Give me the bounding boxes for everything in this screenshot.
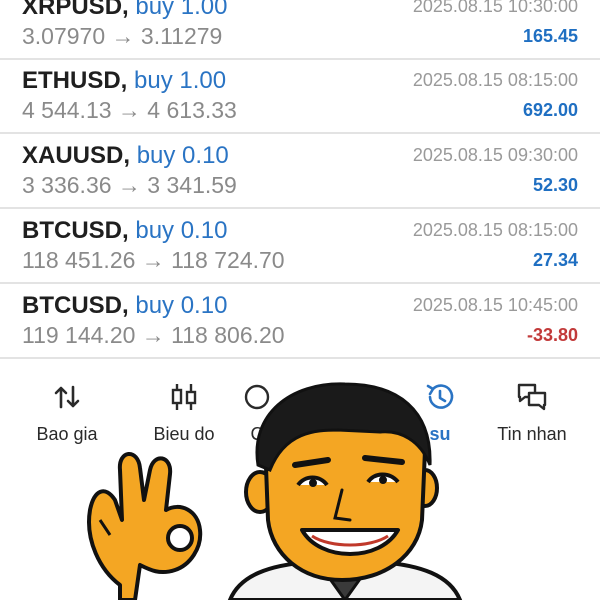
trade-time: 2025.08.15 10:45:00 bbox=[412, 295, 578, 315]
trade-title: XRPUSD, buy 1.00 bbox=[22, 0, 227, 20]
nav-item-messages[interactable]: Tin nhan bbox=[477, 380, 587, 444]
trade-side: buy 0.10 bbox=[135, 217, 228, 244]
trade-icon bbox=[244, 384, 270, 410]
history-icon bbox=[426, 384, 454, 409]
nav-label: Tin nhan bbox=[497, 424, 567, 444]
trade-title: XAUUSD, buy 0.10 bbox=[22, 143, 229, 169]
trade-time: 2025.08.15 08:15:00 bbox=[412, 70, 578, 90]
trade-row[interactable]: BTCUSD, buy 0.10 118 451.26 → 118 724.70… bbox=[0, 210, 600, 284]
trade-history-screen: XRPUSD, buy 1.00 3.07970 → 3.11279 2025.… bbox=[0, 0, 600, 600]
candlestick-icon bbox=[171, 384, 197, 410]
trade-row[interactable]: ETHUSD, buy 1.00 4 544.13 → 4 613.33 202… bbox=[0, 60, 600, 134]
trade-profit: -33.80 bbox=[526, 325, 578, 345]
trade-symbol: XAUUSD, bbox=[22, 142, 131, 169]
trade-side: buy 0.10 bbox=[135, 292, 228, 319]
trade-profit: 52.30 bbox=[532, 175, 578, 195]
nav-item-trade[interactable]: C bbox=[222, 380, 292, 444]
trade-prices: 118 451.26 → 118 724.70 bbox=[22, 247, 285, 273]
trade-symbol: BTCUSD, bbox=[22, 217, 129, 244]
trade-title: ETHUSD, buy 1.00 bbox=[22, 68, 226, 94]
trade-profit: 692.00 bbox=[522, 100, 578, 120]
trade-side: buy 1.00 bbox=[135, 0, 228, 20]
trade-symbol: BTCUSD, bbox=[22, 292, 129, 319]
trade-title: BTCUSD, buy 0.10 bbox=[22, 293, 227, 319]
trade-profit: 165.45 bbox=[522, 26, 578, 46]
trade-symbol: XRPUSD, bbox=[22, 0, 129, 20]
trade-symbol: ETHUSD, bbox=[22, 67, 128, 94]
trade-prices: 3 336.36 → 3 341.59 bbox=[22, 172, 237, 198]
nav-item-quotes[interactable]: Bao gia bbox=[12, 380, 122, 444]
trade-time: 2025.08.15 09:30:00 bbox=[412, 145, 578, 165]
trade-prices: 4 544.13 → 4 613.33 bbox=[22, 97, 237, 123]
trade-row[interactable]: BTCUSD, buy 0.10 119 144.20 → 118 806.20… bbox=[0, 285, 600, 359]
trade-prices: 3.07970 → 3.11279 bbox=[22, 23, 223, 49]
trade-title: BTCUSD, buy 0.10 bbox=[22, 218, 227, 244]
trade-time: 2025.08.15 10:30:00 bbox=[412, 0, 578, 16]
nav-label: Bao gia bbox=[36, 424, 98, 444]
trade-side: buy 0.10 bbox=[136, 142, 229, 169]
nav-label: C bbox=[250, 424, 264, 444]
chat-icon bbox=[517, 383, 547, 411]
trade-side: buy 1.00 bbox=[134, 67, 227, 94]
trade-profit: 27.34 bbox=[532, 250, 578, 270]
trade-row[interactable]: XRPUSD, buy 1.00 3.07970 → 3.11279 2025.… bbox=[0, 0, 600, 60]
trade-prices: 119 144.20 → 118 806.20 bbox=[22, 322, 285, 348]
bottom-navigation: Bao gia Bieu do C su Tin nhan bbox=[0, 360, 600, 456]
sort-arrows-icon bbox=[54, 385, 80, 409]
ok-hand-icon bbox=[87, 452, 203, 600]
trade-row[interactable]: XAUUSD, buy 0.10 3 336.36 → 3 341.59 202… bbox=[0, 135, 600, 209]
trade-time: 2025.08.15 08:15:00 bbox=[412, 220, 578, 240]
